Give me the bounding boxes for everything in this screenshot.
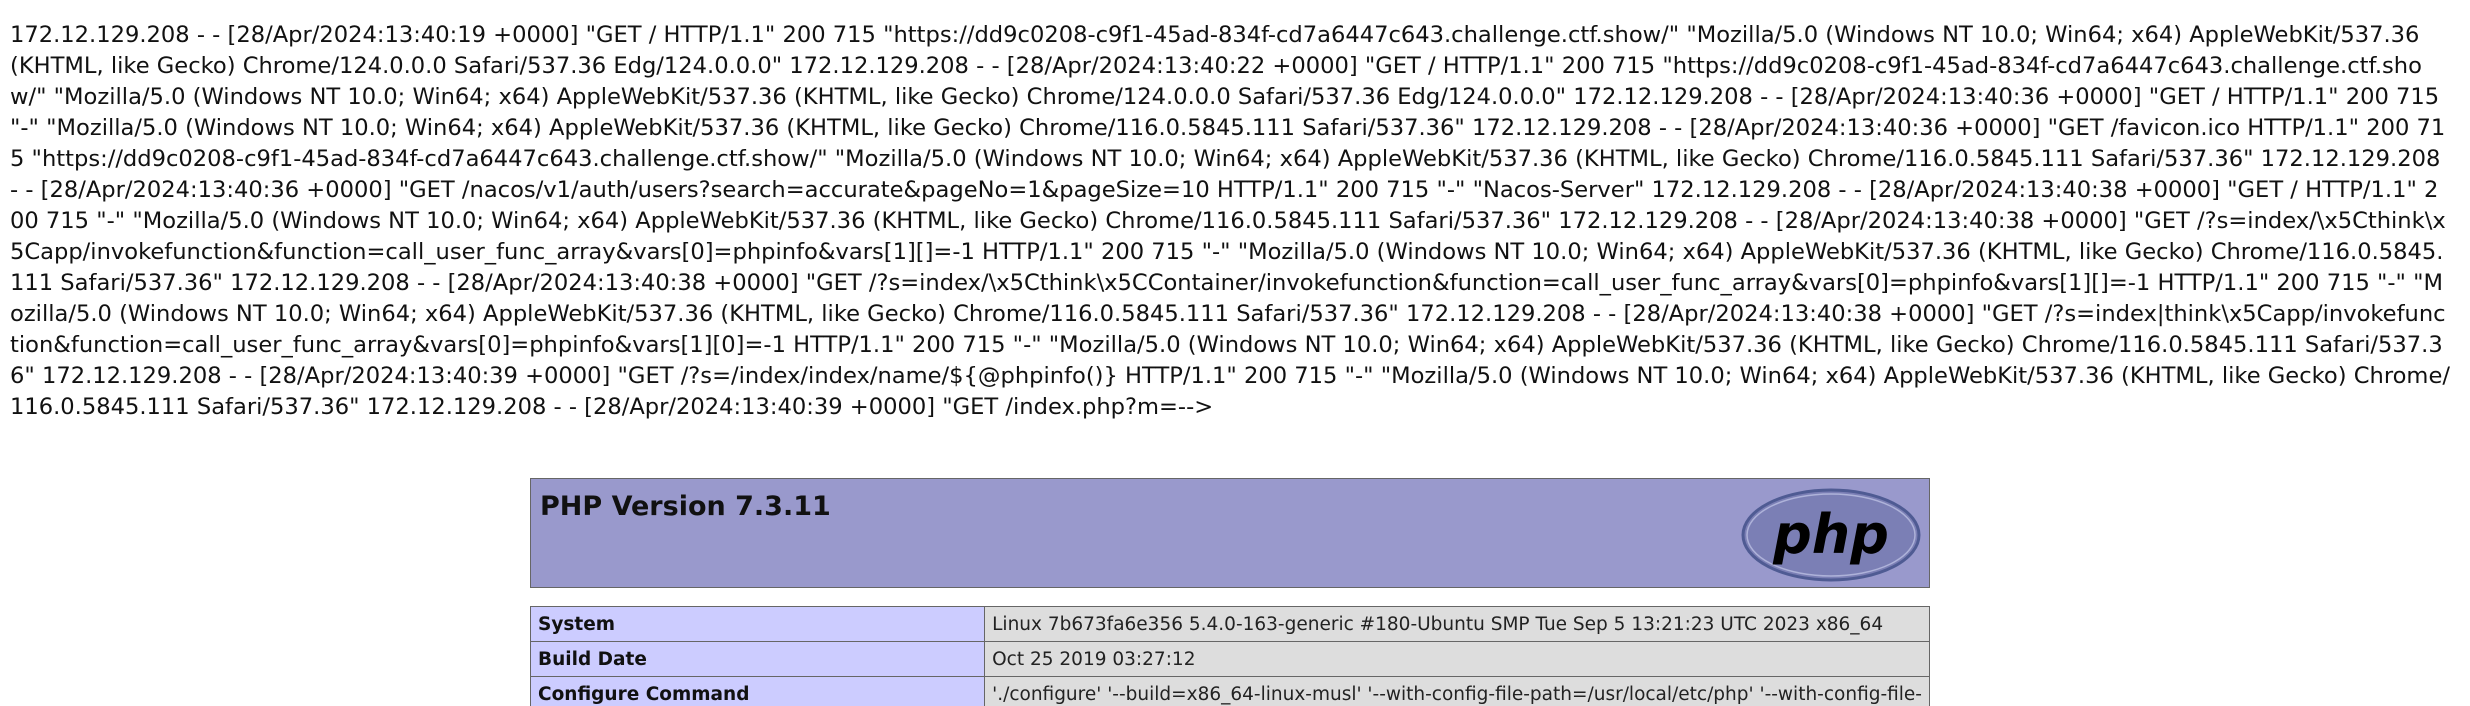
php-logo-icon: php bbox=[1741, 488, 1921, 582]
row-key-configure-command: Configure Command bbox=[529, 676, 986, 706]
access-log-text: 172.12.129.208 - - [28/Apr/2024:13:40:19… bbox=[10, 22, 2450, 420]
table-row: System Linux 7b673fa6e356 5.4.0-163-gene… bbox=[529, 606, 1930, 642]
php-logo-text: php bbox=[1772, 503, 1889, 566]
phpinfo-section: PHP Version 7.3.11 php System Linux 7b67… bbox=[529, 478, 1930, 706]
phpinfo-header: PHP Version 7.3.11 php bbox=[530, 478, 1930, 588]
row-value-system: Linux 7b673fa6e356 5.4.0-163-generic #18… bbox=[984, 606, 1930, 642]
phpinfo-table: System Linux 7b673fa6e356 5.4.0-163-gene… bbox=[529, 606, 1930, 706]
table-row: Build Date Oct 25 2019 03:27:12 bbox=[529, 641, 1930, 677]
row-value-build-date: Oct 25 2019 03:27:12 bbox=[984, 641, 1930, 677]
row-value-configure-command: './configure' '--build=x86_64-linux-musl… bbox=[984, 676, 1930, 706]
php-version-title: PHP Version 7.3.11 bbox=[540, 491, 831, 522]
page-body: { "log": { "text": "172.12.129.208 - - [… bbox=[0, 0, 2470, 706]
row-key-system: System bbox=[529, 606, 986, 642]
row-key-build-date: Build Date bbox=[529, 641, 986, 677]
table-row: Configure Command './configure' '--build… bbox=[529, 676, 1930, 706]
